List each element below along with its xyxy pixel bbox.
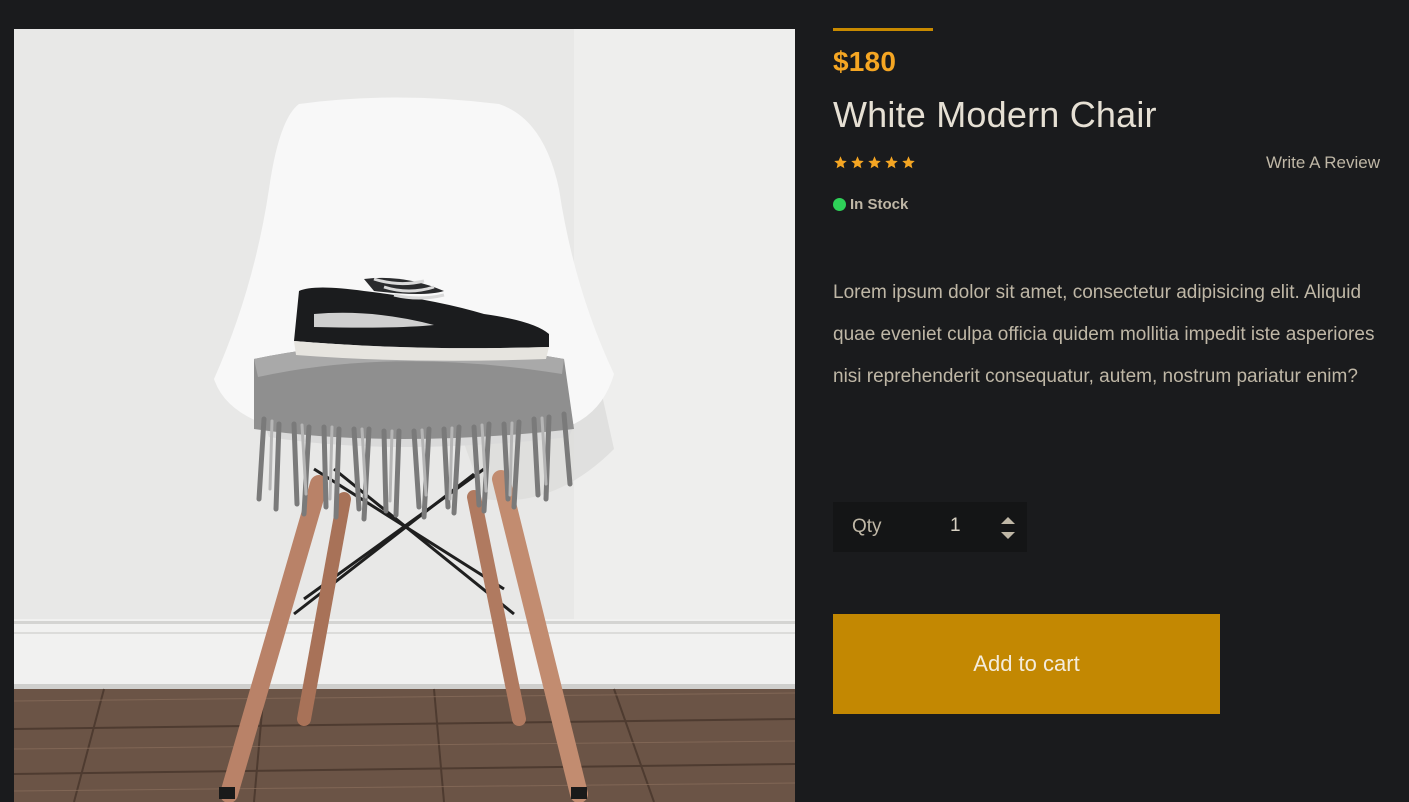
product-page: $180 White Modern Chair Write A Review I… xyxy=(0,0,1409,802)
star-icon xyxy=(851,156,864,169)
product-rating xyxy=(833,155,916,170)
product-description: Lorem ipsum dolor sit amet, consectetur … xyxy=(833,282,1375,387)
caret-up-icon[interactable] xyxy=(1001,517,1015,524)
add-to-cart-button[interactable]: Add to cart xyxy=(833,614,1220,714)
quantity-label: Qty xyxy=(852,516,882,537)
write-review-link[interactable]: Write A Review xyxy=(1266,153,1380,173)
stock-status: In Stock xyxy=(833,196,908,213)
star-icon xyxy=(902,156,915,169)
product-title: White Modern Chair xyxy=(833,94,1157,135)
star-icon xyxy=(834,156,847,169)
product-price: $180 xyxy=(833,46,897,77)
accent-divider xyxy=(833,28,933,31)
quantity-stepper-controls xyxy=(1001,514,1015,542)
caret-down-icon[interactable] xyxy=(1001,532,1015,539)
product-image xyxy=(14,29,795,802)
star-icon xyxy=(885,156,898,169)
stock-status-label: In Stock xyxy=(850,196,909,213)
status-dot-icon xyxy=(833,198,846,211)
quantity-input[interactable]: 1 xyxy=(950,515,961,537)
star-icon xyxy=(868,156,881,169)
quantity-stepper: Qty 1 xyxy=(833,502,1027,552)
